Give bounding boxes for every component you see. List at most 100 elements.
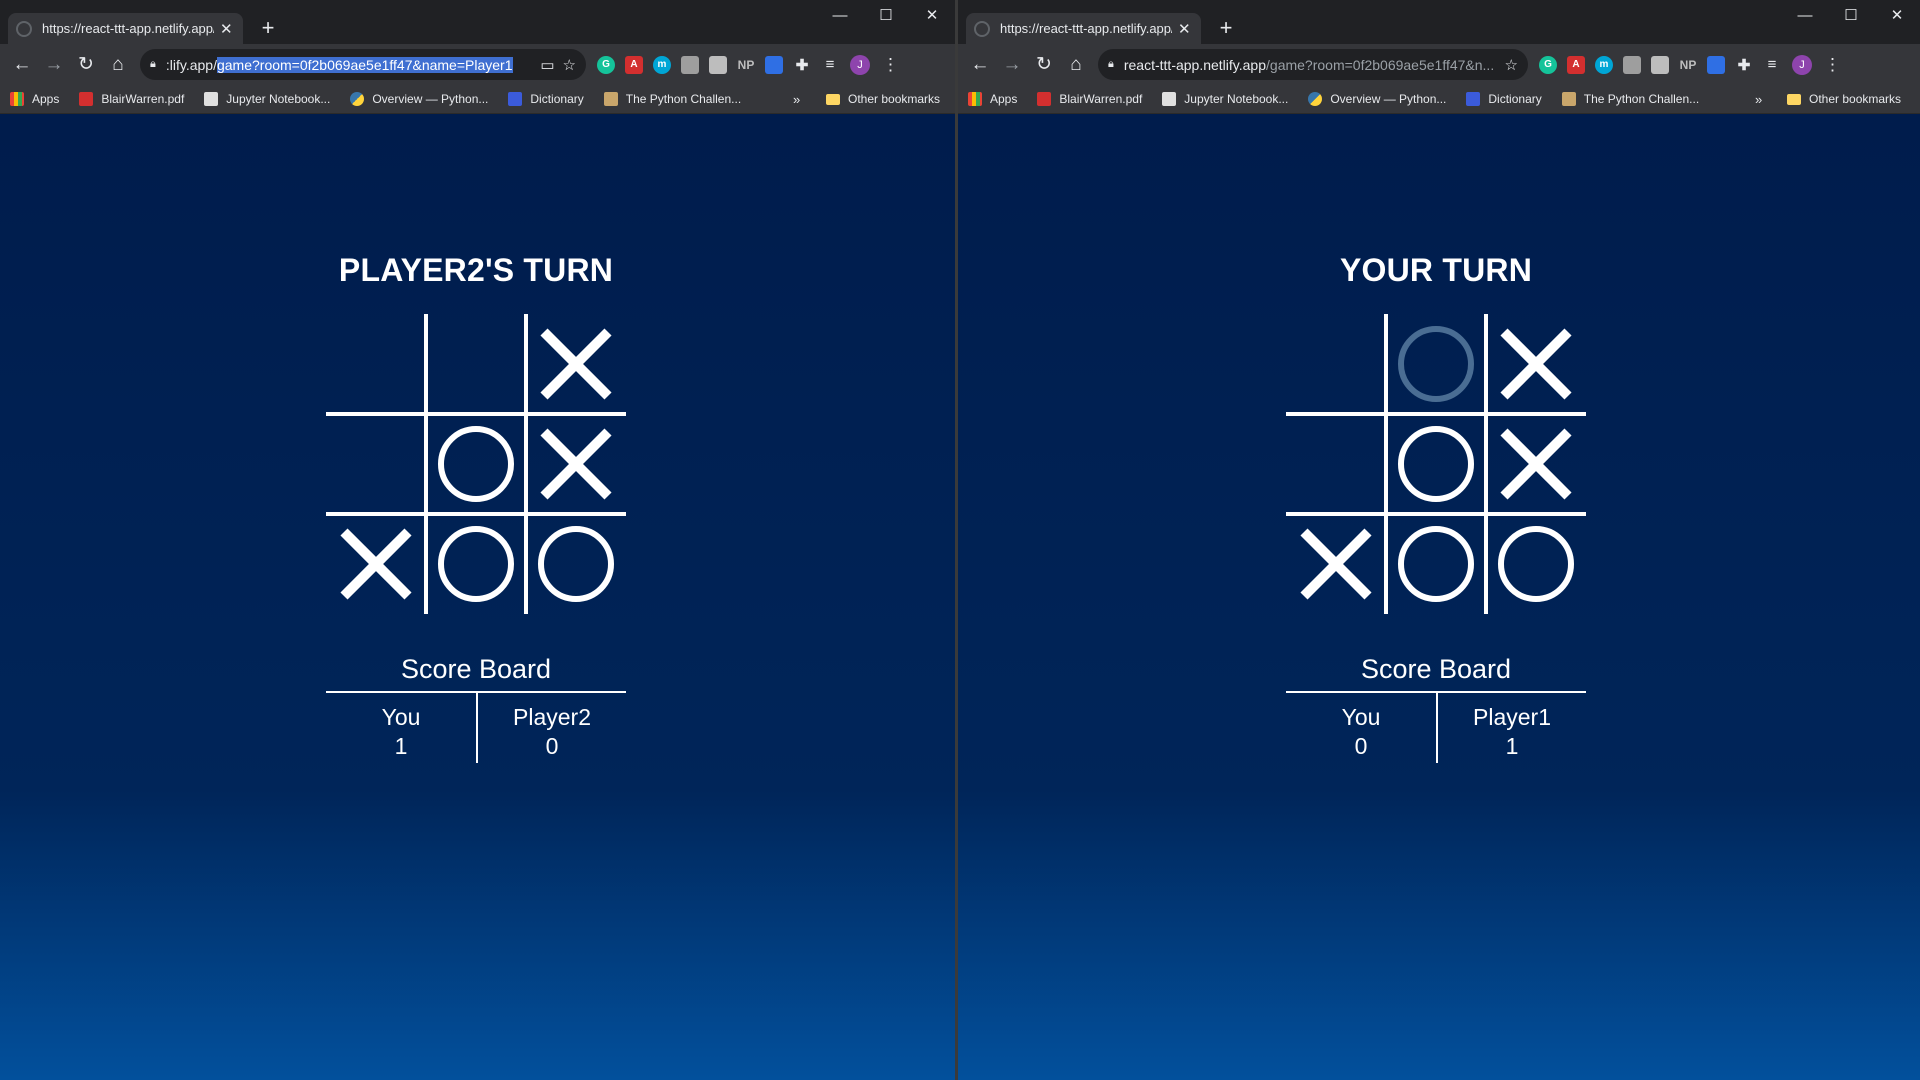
game-page: PLAYER2'S TURN Score Board You 1 Player2… xyxy=(0,114,955,1080)
minimize-button[interactable]: — xyxy=(1782,0,1828,30)
pen-extension-icon[interactable] xyxy=(765,55,783,74)
screen-extension-icon[interactable] xyxy=(709,55,727,74)
o-hover-preview-icon xyxy=(1398,326,1474,402)
board-cell-5[interactable] xyxy=(1486,414,1586,514)
menu-kebab-icon[interactable]: ⋮ xyxy=(1824,55,1841,75)
reload-button[interactable]: ↻ xyxy=(70,49,102,81)
x-mark-icon xyxy=(1500,428,1572,500)
board-cell-0[interactable] xyxy=(1286,314,1386,414)
score-column-you: You 1 xyxy=(326,693,476,763)
bookmark-dictionary[interactable]: Dictionary xyxy=(508,92,584,106)
bookmarks-overflow-chevron[interactable]: » xyxy=(1755,92,1762,107)
o-mark-icon xyxy=(438,526,514,602)
bookmark-jupyter[interactable]: Jupyter Notebook... xyxy=(1162,92,1288,106)
favicon-icon xyxy=(974,20,990,37)
python-icon xyxy=(1308,92,1323,106)
url-prefix: :lify.app/ xyxy=(165,56,217,73)
page-extension-icon[interactable] xyxy=(681,55,699,74)
turn-indicator: PLAYER2'S TURN xyxy=(338,252,614,288)
pdf-extension-icon[interactable]: A xyxy=(625,55,643,74)
game-container: YOUR TURN Score Board You 0 Player1 1 xyxy=(1286,252,1586,763)
close-window-button[interactable]: ✕ xyxy=(909,0,955,30)
back-button[interactable]: ← xyxy=(964,49,996,81)
board-cell-0[interactable] xyxy=(326,314,426,414)
np-extension-icon[interactable]: NP xyxy=(1679,56,1697,74)
bookmark-apps[interactable]: Apps xyxy=(968,92,1017,106)
new-tab-button[interactable]: + xyxy=(1212,15,1240,43)
board-cell-7[interactable] xyxy=(1386,514,1486,614)
other-bookmarks[interactable]: Other bookmarks xyxy=(1787,92,1901,106)
bookmark-python-challenge[interactable]: The Python Challen... xyxy=(603,92,741,106)
maximize-button[interactable]: ☐ xyxy=(1828,0,1874,30)
extensions-puzzle-icon[interactable]: ✚ xyxy=(1735,56,1753,74)
board-cell-8[interactable] xyxy=(1486,514,1586,614)
score-label: Player1 xyxy=(1473,704,1551,730)
new-tab-button[interactable]: + xyxy=(254,15,282,43)
bookmarks-overflow-chevron[interactable]: » xyxy=(793,92,800,107)
bookmark-dictionary[interactable]: Dictionary xyxy=(1466,92,1542,106)
home-button[interactable]: ⌂ xyxy=(102,49,134,81)
other-bookmarks[interactable]: Other bookmarks xyxy=(826,92,940,106)
forward-button[interactable]: → xyxy=(38,49,70,81)
pen-extension-icon[interactable] xyxy=(1707,55,1725,74)
reload-button[interactable]: ↻ xyxy=(1028,49,1060,81)
tic-tac-toe-board xyxy=(1286,314,1586,614)
board-cell-1[interactable] xyxy=(1386,314,1486,414)
back-button[interactable]: ← xyxy=(6,49,38,81)
bookmark-python-overview[interactable]: Overview — Python... xyxy=(350,92,488,106)
home-button[interactable]: ⌂ xyxy=(1060,49,1092,81)
board-cell-6[interactable] xyxy=(326,514,426,614)
forward-button[interactable]: → xyxy=(996,49,1028,81)
extensions-puzzle-icon[interactable]: ✚ xyxy=(793,56,811,74)
board-cell-3[interactable] xyxy=(326,414,426,514)
bookmark-blairwarren[interactable]: BlairWarren.pdf xyxy=(79,92,184,106)
maximize-button[interactable]: ☐ xyxy=(863,0,909,30)
board-cell-3[interactable] xyxy=(1286,414,1386,514)
page-extension-icon[interactable] xyxy=(1623,55,1641,74)
m-extension-icon[interactable]: m xyxy=(1595,55,1613,74)
bookmark-blairwarren[interactable]: BlairWarren.pdf xyxy=(1037,92,1142,106)
np-extension-icon[interactable]: NP xyxy=(737,56,755,74)
challenge-icon xyxy=(1561,92,1576,106)
screen-extension-icon[interactable] xyxy=(1651,55,1669,74)
board-cell-2[interactable] xyxy=(1486,314,1586,414)
notebook-icon xyxy=(204,92,219,106)
minimize-button[interactable]: — xyxy=(817,0,863,30)
board-cell-5[interactable] xyxy=(526,414,626,514)
dictionary-icon xyxy=(508,92,523,106)
profile-avatar[interactable]: J xyxy=(850,54,870,75)
board-cell-8[interactable] xyxy=(526,514,626,614)
score-value: 0 xyxy=(545,733,559,759)
board-cell-4[interactable] xyxy=(426,414,526,514)
pdf-extension-icon[interactable]: A xyxy=(1567,55,1585,74)
browser-tab[interactable]: https://react-ttt-app.netlify.app/game?r… xyxy=(8,13,243,44)
grammarly-extension-icon[interactable]: G xyxy=(597,55,615,74)
close-window-button[interactable]: ✕ xyxy=(1874,0,1920,30)
board-cell-2[interactable] xyxy=(526,314,626,414)
bookmark-star-icon[interactable]: ☆ xyxy=(1505,56,1518,74)
bookmark-star-icon[interactable]: ☆ xyxy=(563,56,576,74)
bookmark-python-challenge[interactable]: The Python Challen... xyxy=(1561,92,1699,106)
grammarly-extension-icon[interactable]: G xyxy=(1539,55,1557,74)
board-cell-4[interactable] xyxy=(1386,414,1486,514)
address-bar[interactable]: 🔒︎ react-ttt-app.netlify.app/game?room=0… xyxy=(1098,49,1528,80)
address-bar[interactable]: 🔒︎ :lify.app/game?room=0f2b069ae5e1ff47&… xyxy=(140,49,586,80)
bookmark-python-overview[interactable]: Overview — Python... xyxy=(1308,92,1446,106)
board-cell-7[interactable] xyxy=(426,514,526,614)
x-mark-icon xyxy=(340,528,412,600)
close-tab-icon[interactable]: ✕ xyxy=(220,20,233,38)
x-mark-icon xyxy=(540,328,612,400)
cast-icon[interactable]: ▭ xyxy=(540,56,554,74)
bookmark-apps[interactable]: Apps xyxy=(10,92,59,106)
bookmark-jupyter[interactable]: Jupyter Notebook... xyxy=(204,92,330,106)
reading-list-icon[interactable]: ≡ xyxy=(821,56,839,74)
board-cell-6[interactable] xyxy=(1286,514,1386,614)
m-extension-icon[interactable]: m xyxy=(653,55,671,74)
close-tab-icon[interactable]: ✕ xyxy=(1178,20,1191,38)
menu-kebab-icon[interactable]: ⋮ xyxy=(882,55,899,75)
reading-list-icon[interactable]: ≡ xyxy=(1763,56,1781,74)
x-mark-icon xyxy=(540,428,612,500)
board-cell-1[interactable] xyxy=(426,314,526,414)
browser-tab[interactable]: https://react-ttt-app.netlify.app/game?r… xyxy=(966,13,1201,44)
profile-avatar[interactable]: J xyxy=(1792,54,1812,75)
